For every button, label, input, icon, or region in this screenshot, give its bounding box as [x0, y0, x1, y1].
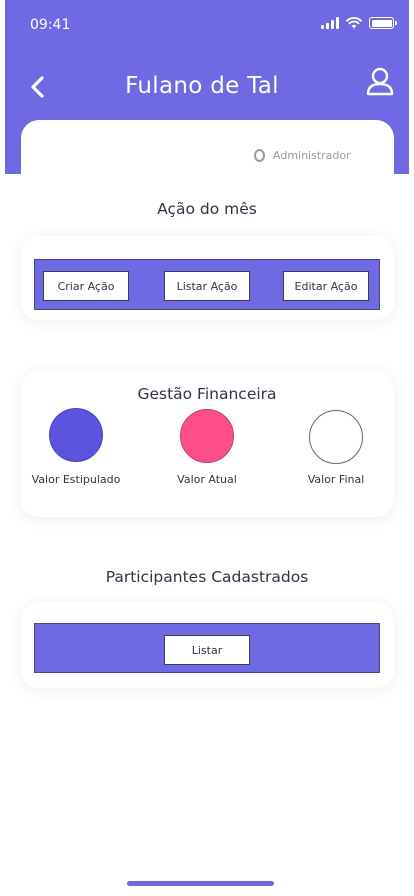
status-icons [321, 17, 397, 29]
status-time: 09:41 [30, 17, 71, 33]
page-title: Fulano de Tal [125, 73, 279, 99]
valor-estipulado-circle[interactable] [49, 408, 103, 462]
list-action-button[interactable]: Listar Ação [164, 271, 250, 301]
valor-estipulado-label: Valor Estipulado [31, 473, 121, 486]
valor-final-circle[interactable] [309, 410, 363, 464]
wifi-icon [346, 17, 362, 29]
edit-action-button[interactable]: Editar Ação [283, 271, 369, 301]
create-action-button[interactable]: Criar Ação [43, 271, 129, 301]
participantes-section-title: Participantes Cadastrados [105, 568, 309, 586]
financeiro-section-title: Gestão Financeira [137, 385, 277, 403]
user-icon [366, 67, 394, 96]
cellular-signal-icon [321, 17, 339, 29]
profile-button[interactable] [363, 65, 397, 99]
list-participants-button[interactable]: Listar [164, 635, 250, 665]
role-status-icon [254, 149, 265, 162]
acao-section-title: Ação do mês [157, 200, 257, 218]
valor-atual-label: Valor Atual [177, 473, 237, 486]
valor-atual-circle[interactable] [180, 409, 234, 463]
battery-icon [369, 17, 397, 29]
user-role: Administrador [273, 149, 351, 162]
valor-final-label: Valor Final [307, 473, 365, 486]
home-indicator[interactable] [127, 881, 274, 886]
